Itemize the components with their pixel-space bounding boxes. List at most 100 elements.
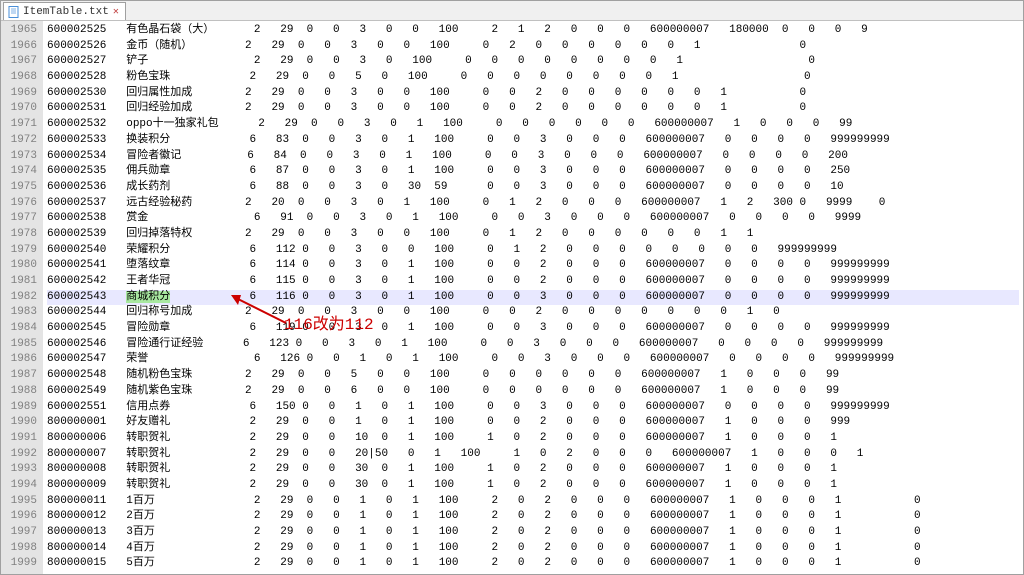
item-name: 5百万 (126, 557, 155, 569)
line-number: 1995 (5, 494, 37, 510)
item-name: 转职贺礼 (126, 448, 170, 460)
item-name: 转职贺礼 (126, 479, 170, 491)
text-line[interactable]: 600002530 回归属性加成 2 29 0 0 3 0 0 100 0 0 … (47, 86, 1019, 102)
text-line[interactable]: 600002528 粉色宝珠 2 29 0 0 5 0 100 0 0 0 0 … (47, 70, 1019, 86)
line-number: 1986 (5, 352, 37, 368)
text-line[interactable]: 600002533 换装积分 6 83 0 0 3 0 1 100 0 0 3 … (47, 133, 1019, 149)
line-number: 1982 (5, 290, 37, 306)
item-columns: 2 29 0 0 1 0 1 100 2 0 2 0 0 0 600000007… (241, 495, 921, 507)
item-columns: 2 29 0 0 3 0 0 100 0 2 0 0 0 0 0 0 1 0 (232, 40, 806, 52)
item-name: 冒险勋章 (126, 322, 170, 334)
item-name: 成长药剂 (126, 181, 170, 193)
item-columns: 6 126 0 0 1 0 1 100 0 0 3 0 0 0 60000000… (241, 353, 895, 365)
item-id: 600002525 (47, 24, 106, 36)
item-columns: 6 112 0 0 3 0 0 100 0 1 2 0 0 0 0 0 0 0 … (236, 244, 837, 256)
item-id: 800000013 (47, 526, 106, 538)
text-content[interactable]: 600002525 有色晶石袋（大） 2 29 0 0 3 0 0 100 2 … (43, 21, 1023, 574)
text-line[interactable]: 600002541 堕落纹章 6 114 0 0 3 0 1 100 0 0 2… (47, 258, 1019, 274)
text-line[interactable]: 600002542 王者华冠 6 115 0 0 3 0 1 100 0 0 2… (47, 274, 1019, 290)
text-line[interactable]: 800000008 转职贺礼 2 29 0 0 30 0 1 100 1 0 2… (47, 462, 1019, 478)
text-line[interactable]: 600002539 回归掉落特权 2 29 0 0 3 0 0 100 0 1 … (47, 227, 1019, 243)
tab-filename: ItemTable.txt (23, 6, 109, 18)
item-name: 好友赠礼 (126, 416, 170, 428)
text-line[interactable]: 600002537 远古经验秘药 2 20 0 0 3 0 1 100 0 1 … (47, 196, 1019, 212)
text-line[interactable]: 600002531 回归经验加成 2 29 0 0 3 0 0 100 0 0 … (47, 101, 1019, 117)
text-line[interactable]: 800000015 5百万 2 29 0 0 1 0 1 100 2 0 2 0… (47, 556, 1019, 572)
item-id: 600002548 (47, 369, 106, 381)
item-columns: 6 150 0 0 1 0 1 100 0 0 3 0 0 0 60000000… (236, 401, 890, 413)
text-line[interactable]: 600002525 有色晶石袋（大） 2 29 0 0 3 0 0 100 2 … (47, 23, 1019, 39)
item-name: 金币（随机） (126, 40, 192, 52)
line-number: 1980 (5, 258, 37, 274)
item-id: 600002538 (47, 212, 106, 224)
text-line[interactable]: 600002535 佣兵勋章 6 87 0 0 3 0 1 100 0 0 3 … (47, 164, 1019, 180)
item-columns: 2 29 0 0 1 0 1 100 2 0 2 0 0 0 600000007… (241, 542, 921, 554)
item-columns: 6 91 0 0 3 0 1 100 0 0 3 0 0 0 600000007… (241, 212, 862, 224)
line-number: 1987 (5, 368, 37, 384)
item-id: 800000014 (47, 542, 106, 554)
text-line[interactable]: 600002551 信用点券 6 150 0 0 1 0 1 100 0 0 3… (47, 400, 1019, 416)
text-line[interactable]: 600002546 冒险通行证经验 6 123 0 0 3 0 1 100 0 … (47, 337, 1019, 353)
item-columns: 6 87 0 0 3 0 1 100 0 0 3 0 0 0 600000007… (236, 165, 850, 177)
item-columns: 2 29 0 0 5 0 0 100 0 0 0 0 0 0 600000007… (232, 369, 839, 381)
line-number: 1970 (5, 101, 37, 117)
text-line[interactable]: 600002534 冒险者徽记 6 84 0 0 3 0 1 100 0 0 3… (47, 149, 1019, 165)
text-line[interactable]: 600002545 冒险勋章 6 119 0 0 3 0 1 100 0 0 3… (47, 321, 1019, 337)
item-columns: 6 114 0 0 3 0 1 100 0 0 2 0 0 0 60000000… (236, 259, 890, 271)
text-line[interactable]: 600002540 荣耀积分 6 112 0 0 3 0 0 100 0 1 2… (47, 243, 1019, 259)
line-number: 1985 (5, 337, 37, 353)
text-line[interactable]: 800000011 1百万 2 29 0 0 1 0 1 100 2 0 2 0… (47, 494, 1019, 510)
item-id: 800000001 (47, 416, 106, 428)
line-number: 1976 (5, 196, 37, 212)
item-name: oppo十一独家礼包 (126, 118, 218, 130)
text-line[interactable]: 600002527 铲子 2 29 0 0 3 0 100 0 0 0 0 0 … (47, 54, 1019, 70)
editor-area[interactable]: 1965196619671968196919701971197219731974… (1, 21, 1023, 574)
text-line[interactable]: 600002549 随机紫色宝珠 2 29 0 0 6 0 0 100 0 0 … (47, 384, 1019, 400)
item-id: 600002542 (47, 275, 106, 287)
text-line[interactable]: 800000014 4百万 2 29 0 0 1 0 1 100 2 0 2 0… (47, 541, 1019, 557)
text-line[interactable]: 600002548 随机粉色宝珠 2 29 0 0 5 0 0 100 0 0 … (47, 368, 1019, 384)
text-line[interactable]: 800000006 转职贺礼 2 29 0 0 10 0 1 100 1 0 2… (47, 431, 1019, 447)
close-icon[interactable]: ✕ (113, 6, 119, 18)
line-number: 1983 (5, 305, 37, 321)
text-line[interactable]: 600002547 荣誉 6 126 0 0 1 0 1 100 0 0 3 0… (47, 352, 1019, 368)
text-line[interactable]: 800000007 转职贺礼 2 29 0 0 20|50 0 1 100 1 … (47, 447, 1019, 463)
line-number: 1968 (5, 70, 37, 86)
text-line[interactable]: 800000012 2百万 2 29 0 0 1 0 1 100 2 0 2 0… (47, 509, 1019, 525)
item-id: 800000011 (47, 495, 106, 507)
item-name: 回归经验加成 (126, 102, 192, 114)
text-line[interactable]: 600002532 oppo十一独家礼包 2 29 0 0 3 0 1 100 … (47, 117, 1019, 133)
item-id: 600002539 (47, 228, 106, 240)
line-number: 1994 (5, 478, 37, 494)
item-name: 佣兵勋章 (126, 165, 170, 177)
line-number: 1981 (5, 274, 37, 290)
item-name: 3百万 (126, 526, 155, 538)
line-number: 1966 (5, 39, 37, 55)
item-id: 800000006 (47, 432, 106, 444)
item-id: 600002545 (47, 322, 106, 334)
item-columns: 2 29 0 0 20|50 0 1 100 1 0 2 0 0 0 60000… (236, 448, 863, 460)
text-line[interactable]: 800000013 3百万 2 29 0 0 1 0 1 100 2 0 2 0… (47, 525, 1019, 541)
text-line[interactable]: 600002538 赏金 6 91 0 0 3 0 1 100 0 0 3 0 … (47, 211, 1019, 227)
item-name: 随机粉色宝珠 (126, 369, 192, 381)
text-line[interactable]: 800000009 转职贺礼 2 29 0 0 30 0 1 100 1 0 2… (47, 478, 1019, 494)
item-name: 转职贺礼 (126, 432, 170, 444)
line-number: 1978 (5, 227, 37, 243)
item-id: 600002544 (47, 306, 106, 318)
line-number: 1999 (5, 556, 37, 572)
line-number: 1988 (5, 384, 37, 400)
line-number: 1998 (5, 541, 37, 557)
text-line[interactable]: 600002536 成长药剂 6 88 0 0 3 0 30 59 0 0 3 … (47, 180, 1019, 196)
item-columns: 2 29 0 0 3 0 0 100 0 0 2 0 0 0 0 0 0 1 0 (232, 102, 806, 114)
item-columns: 6 83 0 0 3 0 1 100 0 0 3 0 0 0 600000007… (236, 134, 890, 146)
item-id: 600002536 (47, 181, 106, 193)
item-name: 远古经验秘药 (126, 197, 192, 209)
item-name: 堕落纹章 (126, 259, 170, 271)
file-tab[interactable]: ItemTable.txt ✕ (3, 2, 126, 20)
text-line[interactable]: 800000001 好友赠礼 2 29 0 0 1 0 1 100 0 0 2 … (47, 415, 1019, 431)
item-id: 600002546 (47, 338, 106, 350)
text-line[interactable]: 600002544 回归称号加成 2 29 0 0 3 0 0 100 0 0 … (47, 305, 1019, 321)
text-line[interactable]: 600002526 金币（随机） 2 29 0 0 3 0 0 100 0 2 … (47, 39, 1019, 55)
line-number: 1990 (5, 415, 37, 431)
text-line[interactable]: 600002543 商城积分 6 116 0 0 3 0 1 100 0 0 3… (47, 290, 1019, 306)
